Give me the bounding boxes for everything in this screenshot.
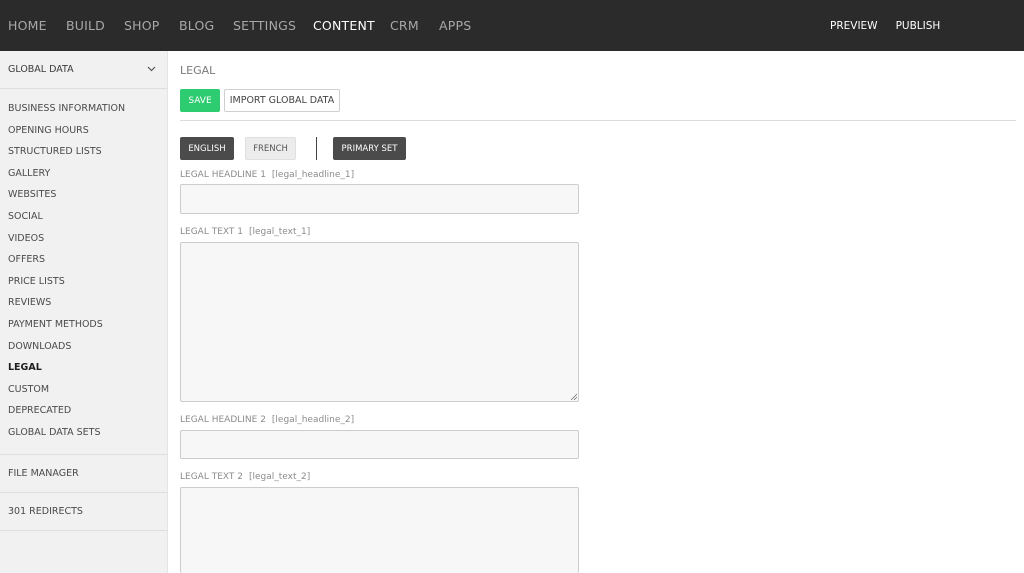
legal-headline-1-input[interactable] (180, 184, 579, 214)
sidebar-divider (0, 454, 167, 455)
header-actions: PREVIEW PUBLISH (830, 0, 940, 51)
sidebar-item-custom[interactable]: CUSTOM (8, 384, 49, 395)
nav-home[interactable]: HOME (8, 18, 47, 33)
field-label-text: LEGAL TEXT 2 (180, 472, 243, 482)
field-label-text: LEGAL TEXT 1 (180, 227, 243, 237)
field-label: LEGAL HEADLINE 1 [legal_headline_1] (180, 170, 354, 180)
nav-shop[interactable]: SHOP (124, 18, 160, 33)
global-data-dropdown-label: GLOBAL DATA (8, 64, 74, 75)
sidebar-item-payment-methods[interactable]: PAYMENT METHODS (8, 319, 103, 330)
sidebar: GLOBAL DATA BUSINESS INFORMATION OPENING… (0, 51, 168, 573)
sidebar-item-legal[interactable]: LEGAL (8, 362, 42, 373)
field-label-text: LEGAL HEADLINE 1 (180, 170, 266, 180)
sidebar-item-price-lists[interactable]: PRICE LISTS (8, 276, 65, 287)
save-button[interactable]: SAVE (180, 89, 220, 112)
sidebar-item-business-information[interactable]: BUSINESS INFORMATION (8, 103, 125, 114)
sidebar-item-file-manager[interactable]: FILE MANAGER (8, 468, 79, 479)
sidebar-item-structured-lists[interactable]: STRUCTURED LISTS (8, 146, 102, 157)
sidebar-item-social[interactable]: SOCIAL (8, 211, 43, 222)
sidebar-item-websites[interactable]: WEBSITES (8, 189, 56, 200)
sidebar-item-global-data-sets[interactable]: GLOBAL DATA SETS (8, 427, 100, 438)
field-label: LEGAL TEXT 1 [legal_text_1] (180, 227, 310, 237)
field-key: [legal_text_1] (248, 227, 311, 237)
nav-blog[interactable]: BLOG (179, 18, 214, 33)
nav-settings[interactable]: SETTINGS (233, 18, 296, 33)
nav-apps[interactable]: APPS (439, 18, 471, 33)
field-key: [legal_headline_1] (271, 170, 355, 180)
top-navigation-bar: HOME BUILD SHOP BLOG SETTINGS CONTENT CR… (0, 0, 1024, 51)
nav-build[interactable]: BUILD (66, 18, 105, 33)
sidebar-item-deprecated[interactable]: DEPRECATED (8, 405, 71, 416)
divider (180, 120, 1016, 121)
field-label-text: LEGAL HEADLINE 2 (180, 415, 266, 425)
nav-crm[interactable]: CRM (390, 18, 419, 33)
sidebar-divider (0, 530, 167, 531)
page-title: LEGAL (180, 64, 216, 77)
field-label: LEGAL HEADLINE 2 [legal_headline_2] (180, 415, 354, 425)
publish-button[interactable]: PUBLISH (896, 20, 941, 32)
separator (316, 137, 317, 160)
chevron-down-icon (147, 66, 156, 72)
legal-text-2-textarea[interactable] (180, 487, 579, 573)
sidebar-divider (0, 492, 167, 493)
preview-button[interactable]: PREVIEW (830, 20, 878, 32)
import-global-data-button[interactable]: IMPORT GLOBAL DATA (224, 89, 340, 112)
field-key: [legal_text_2] (248, 472, 311, 482)
primary-set-button[interactable]: PRIMARY SET (333, 137, 406, 160)
global-data-dropdown[interactable]: GLOBAL DATA (0, 51, 167, 89)
sidebar-item-301-redirects[interactable]: 301 REDIRECTS (8, 506, 83, 517)
sidebar-item-gallery[interactable]: GALLERY (8, 168, 50, 179)
sidebar-item-downloads[interactable]: DOWNLOADS (8, 341, 71, 352)
legal-headline-2-input[interactable] (180, 430, 579, 459)
resize-handle-icon[interactable] (570, 393, 577, 400)
language-tab-english[interactable]: ENGLISH (180, 137, 234, 160)
sidebar-item-offers[interactable]: OFFERS (8, 254, 45, 265)
legal-text-1-textarea[interactable] (180, 242, 579, 402)
sidebar-item-reviews[interactable]: REVIEWS (8, 297, 51, 308)
nav-content[interactable]: CONTENT (313, 18, 375, 33)
sidebar-item-videos[interactable]: VIDEOS (8, 233, 44, 244)
main-content: LEGAL SAVE IMPORT GLOBAL DATA ENGLISH FR… (168, 51, 1024, 573)
sidebar-item-opening-hours[interactable]: OPENING HOURS (8, 125, 89, 136)
field-key: [legal_headline_2] (271, 415, 355, 425)
field-label: LEGAL TEXT 2 [legal_text_2] (180, 472, 310, 482)
language-tab-french[interactable]: FRENCH (245, 137, 296, 160)
